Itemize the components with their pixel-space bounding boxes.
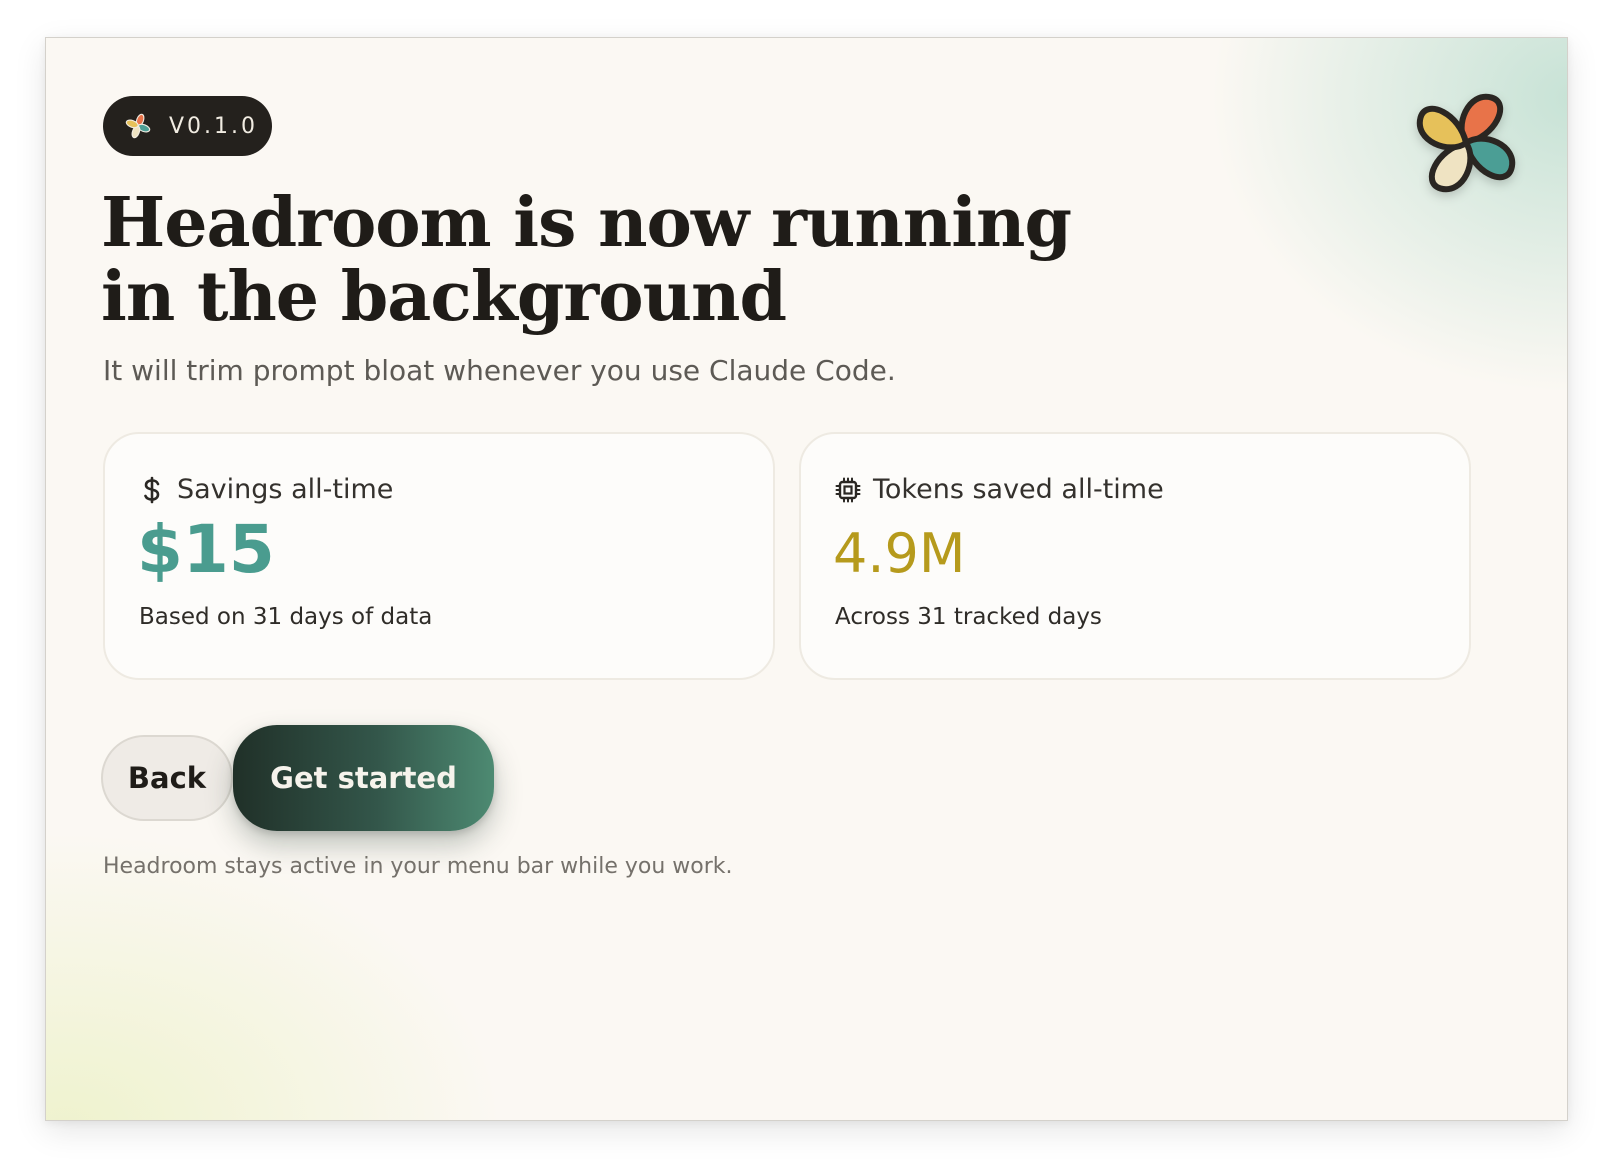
version-badge: V0.1.0 [103,96,272,156]
page-title: Headroom is now running in the backgroun… [101,183,1072,337]
onboarding-window: V0.1.0 Headroom is now running in the ba… [45,37,1568,1121]
version-label: V0.1.0 [169,113,259,139]
savings-card: Savings all-time $15 Based on 31 days of… [103,432,775,680]
savings-label: Savings all-time [177,474,394,505]
tokens-value: 4.9M [833,522,966,585]
savings-note: Based on 31 days of data [139,604,433,630]
page-subtitle: It will trim prompt bloat whenever you u… [103,354,896,387]
tokens-card-header: Tokens saved all-time [835,474,1164,505]
savings-value: $15 [137,511,275,588]
pinwheel-logo-icon [124,112,152,140]
back-button[interactable]: Back [101,735,233,821]
chip-icon [835,477,861,503]
dollar-icon [139,476,165,503]
tokens-label: Tokens saved all-time [873,474,1164,505]
footnote: Headroom stays active in your menu bar w… [103,854,733,879]
page-title-line-1: Headroom is now running [101,183,1072,263]
pinwheel-logo-icon [1401,78,1531,208]
tokens-note: Across 31 tracked days [835,604,1102,630]
page-title-line-2: in the background [101,257,787,337]
get-started-button[interactable]: Get started [233,725,494,831]
tokens-card: Tokens saved all-time 4.9M Across 31 tra… [799,432,1471,680]
savings-card-header: Savings all-time [139,474,393,505]
